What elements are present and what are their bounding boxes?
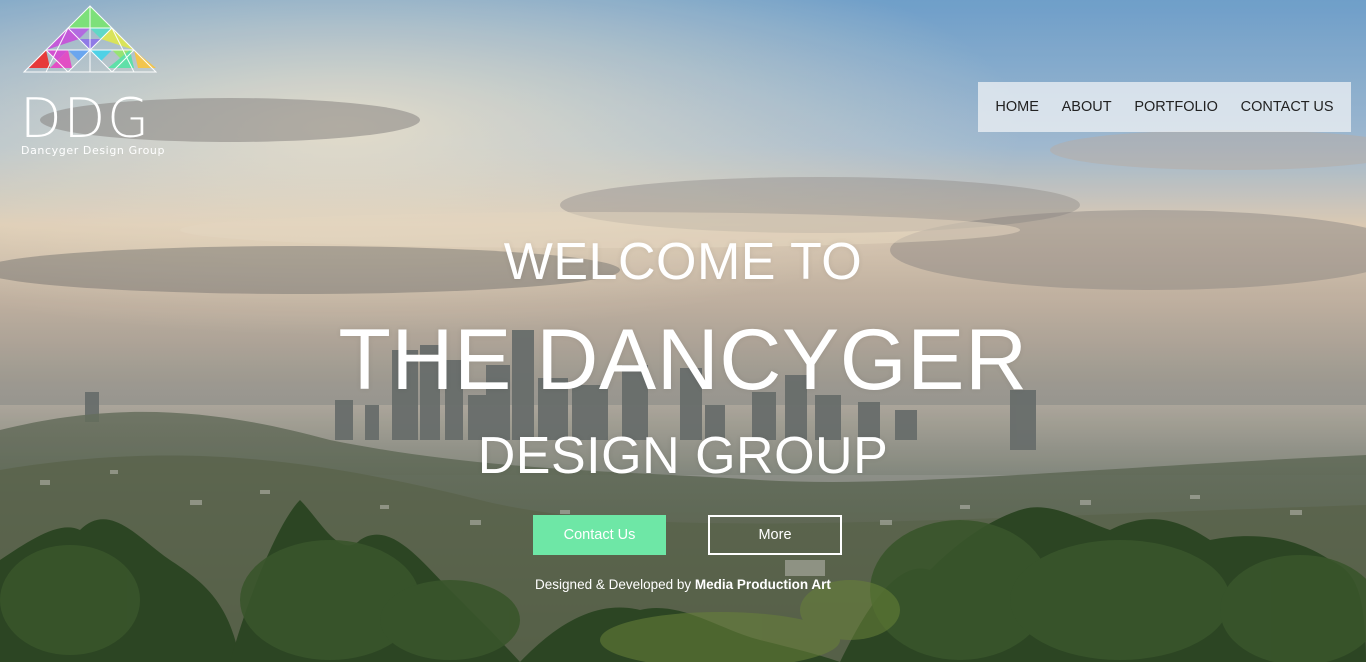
logo-subtitle: Dancyger Design Group: [21, 144, 166, 157]
main-navigation: HOME ABOUT PORTFOLIO CONTACT US: [978, 82, 1351, 132]
more-button[interactable]: More: [708, 515, 842, 555]
brand-logo[interactable]: DDG Dancyger Design Group: [20, 4, 164, 160]
nav-item-home[interactable]: HOME: [995, 99, 1039, 115]
nav-item-about[interactable]: ABOUT: [1062, 99, 1112, 115]
hero-main-heading: THE DANCYGER: [338, 312, 1028, 408]
nav-item-portfolio[interactable]: PORTFOLIO: [1134, 99, 1218, 115]
logo-triangle-icon: [22, 5, 158, 73]
nav-item-contact-us[interactable]: CONTACT US: [1241, 99, 1334, 115]
logo-wordmark: DDG: [20, 87, 152, 150]
hero-welcome-heading: WELCOME TO: [503, 233, 863, 291]
credit-prefix: Designed & Developed by: [535, 577, 692, 592]
contact-us-button[interactable]: Contact Us: [533, 515, 666, 555]
site-credit: Designed & Developed by Media Production…: [0, 577, 1366, 592]
credit-link[interactable]: Media Production Art: [695, 577, 831, 592]
hero-sub-heading: DESIGN GROUP: [477, 427, 889, 485]
